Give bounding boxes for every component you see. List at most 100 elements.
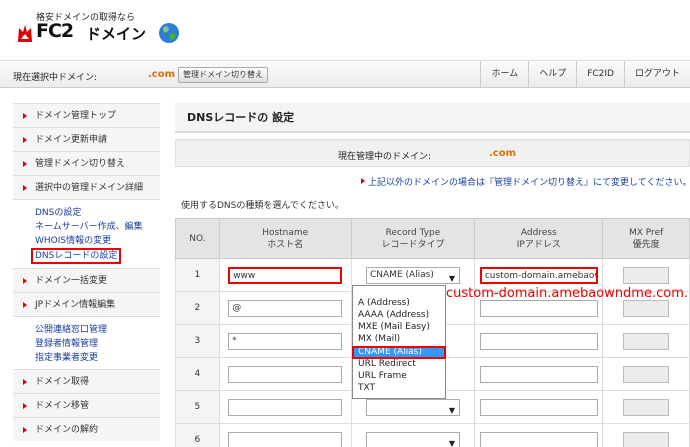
sidebar-submenu-jp: 公開連絡窓口管理 登録者情報管理 指定事業者変更 bbox=[13, 316, 160, 369]
sidebar-link-whois[interactable]: WHOIS情報の変更 bbox=[35, 234, 160, 248]
sidebar-link-dns-setting[interactable]: DNSの設定 bbox=[35, 206, 160, 220]
row-number: 5 bbox=[175, 390, 220, 424]
managed-domain-box: 現在管理中のドメイン: .com bbox=[175, 139, 690, 167]
arrow-right-icon bbox=[23, 427, 27, 433]
col-header-hostname: Hostname ホスト名 bbox=[218, 218, 352, 259]
arrow-right-icon bbox=[23, 403, 27, 409]
sidebar-item-domain-detail[interactable]: 選択中の管理ドメイン詳細 bbox=[13, 175, 160, 199]
sidebar-link-agent[interactable]: 指定事業者変更 bbox=[35, 351, 160, 365]
hostname-cell bbox=[218, 390, 352, 424]
mx-cell bbox=[602, 357, 690, 391]
sidebar-link-dns-record[interactable]: DNSレコードの設定 bbox=[31, 248, 122, 264]
nav-home[interactable]: ホーム bbox=[480, 61, 528, 88]
mx-pref-input[interactable] bbox=[623, 365, 670, 383]
arrow-right-icon bbox=[23, 185, 27, 191]
address-cell bbox=[474, 390, 604, 424]
sidebar-item-transfer[interactable]: ドメイン移管 bbox=[13, 393, 160, 417]
dropdown-option-aaaa[interactable]: AAAA (Address) bbox=[353, 310, 445, 321]
hostname-input[interactable]: @ bbox=[228, 299, 343, 317]
sidebar-item-switch-domain[interactable]: 管理ドメイン切り替え bbox=[13, 151, 160, 175]
mx-pref-input[interactable] bbox=[623, 332, 670, 350]
mx-cell bbox=[602, 390, 690, 424]
sidebar-link-nameserver[interactable]: ネームサーバー作成、編集 bbox=[35, 220, 160, 234]
dropdown-option-mx[interactable]: MX (Mail) bbox=[353, 334, 445, 345]
switch-notice-link[interactable]: 上記以外のドメインの場合は『管理ドメイン切り替え』にて変更してください。 bbox=[361, 175, 690, 188]
sidebar-item-renewal[interactable]: ドメイン更新申請 bbox=[13, 127, 160, 151]
hostname-input[interactable] bbox=[228, 431, 343, 447]
managed-domain-value: .com bbox=[489, 148, 517, 159]
header-mx-en: MX Pref bbox=[629, 227, 664, 238]
arrow-right-icon bbox=[23, 137, 27, 143]
header-host-ja: ホスト名 bbox=[267, 239, 304, 250]
page: 格安ドメインの取得なら FC2 ドメイン 現在選択中ドメイン: .com 管理ド… bbox=[0, 0, 690, 447]
sidebar-item-jp-edit[interactable]: JPドメイン情報編集 bbox=[13, 292, 160, 316]
address-input[interactable] bbox=[479, 431, 598, 447]
mx-pref-input[interactable] bbox=[623, 431, 670, 447]
sidebar-submenu-detail: DNSの設定 ネームサーバー作成、編集 WHOIS情報の変更 DNSレコードの設… bbox=[13, 199, 160, 268]
record-type-select[interactable]: CNAME (Alias) ▼ bbox=[366, 266, 460, 284]
mx-pref-input[interactable] bbox=[623, 266, 670, 284]
hostname-input[interactable] bbox=[228, 398, 343, 416]
dropdown-arrow-icon: ▼ bbox=[448, 405, 455, 415]
address-input[interactable] bbox=[479, 398, 598, 416]
hostname-input[interactable]: * bbox=[228, 332, 343, 350]
sidebar-item-cancel[interactable]: ドメインの解約 bbox=[13, 417, 160, 441]
header-mx-ja: 優先度 bbox=[632, 239, 660, 250]
address-cell bbox=[474, 423, 604, 447]
record-type-select[interactable]: ▼ bbox=[366, 431, 460, 447]
dropdown-option-cname[interactable]: CNAME (Alias) bbox=[352, 346, 446, 359]
dropdown-option-a[interactable]: A (Address) bbox=[353, 298, 445, 309]
sidebar-item-acquire[interactable]: ドメイン取得 bbox=[13, 369, 160, 393]
sidebar-link-contact[interactable]: 公開連絡窓口管理 bbox=[35, 323, 160, 337]
sidebar-item-label: ドメイン更新申請 bbox=[35, 135, 108, 145]
record-type-select[interactable]: ▼ bbox=[366, 398, 460, 416]
page-title: DNSレコードの 設定 bbox=[175, 103, 690, 133]
sidebar-link-registrant[interactable]: 登録者情報管理 bbox=[35, 337, 160, 351]
header-no-text: NO. bbox=[189, 233, 206, 244]
row-number: 6 bbox=[175, 423, 220, 447]
sidebar-item-label: JPドメイン情報編集 bbox=[35, 300, 116, 310]
sidebar-item-bulk-change[interactable]: ドメイン一括変更 bbox=[13, 268, 160, 292]
hostname-cell: @ bbox=[218, 291, 352, 325]
hostname-cell: www bbox=[218, 258, 352, 292]
hostname-input[interactable]: www bbox=[228, 266, 343, 284]
fc2-logo[interactable]: 格安ドメインの取得なら FC2 ドメイン bbox=[10, 8, 190, 48]
sidebar-item-label: ドメイン一括変更 bbox=[35, 276, 108, 286]
instruction-text: 使用するDNSの種類を選んでください。 bbox=[181, 201, 344, 211]
hostname-input[interactable] bbox=[228, 365, 343, 383]
dropdown-option-url-frame[interactable]: URL Frame bbox=[353, 371, 445, 382]
header-type-en: Record Type bbox=[385, 227, 441, 238]
table-row: 6 ▼ bbox=[175, 423, 690, 447]
sidebar-item-label: ドメイン取得 bbox=[35, 377, 90, 387]
header-type-ja: レコードタイプ bbox=[381, 239, 445, 250]
address-input[interactable] bbox=[479, 332, 598, 350]
dropdown-option-mxe[interactable]: MXE (Mail Easy) bbox=[353, 322, 445, 333]
sidebar-item-domain-top[interactable]: ドメイン管理トップ bbox=[13, 103, 160, 127]
mx-cell bbox=[602, 423, 690, 447]
mx-pref-input[interactable] bbox=[623, 299, 670, 317]
address-input[interactable] bbox=[479, 299, 598, 317]
nav-help[interactable]: ヘルプ bbox=[528, 61, 576, 88]
record-type-cell: ▼ bbox=[350, 423, 476, 447]
mx-pref-input[interactable] bbox=[623, 398, 670, 416]
row-number: 2 bbox=[175, 291, 220, 325]
dropdown-option-txt[interactable]: TXT bbox=[353, 383, 445, 394]
record-type-dropdown-list: A (Address) AAAA (Address) MXE (Mail Eas… bbox=[352, 285, 446, 399]
dropdown-option-url-redirect[interactable]: URL Redirect bbox=[353, 359, 445, 370]
dropdown-arrow-icon: ▼ bbox=[448, 273, 455, 283]
switch-domain-button[interactable]: 管理ドメイン切り替え bbox=[178, 67, 268, 83]
address-input[interactable] bbox=[479, 365, 598, 383]
col-header-record-type: Record Type レコードタイプ bbox=[350, 218, 476, 259]
col-header-address: Address IPアドレス bbox=[474, 218, 604, 259]
record-type-value: CNAME (Alias) bbox=[370, 269, 434, 280]
header: 格安ドメインの取得なら FC2 ドメイン bbox=[0, 0, 690, 58]
top-nav: ホーム ヘルプ FC2ID ログアウト bbox=[480, 61, 690, 88]
table-header-row: NO. Hostname ホスト名 Record Type レコードタイプ Addr… bbox=[175, 218, 690, 259]
sidebar-item-label: ドメイン移管 bbox=[35, 401, 90, 411]
address-input[interactable]: custom-domain.amebaowndme.com. bbox=[479, 266, 598, 284]
nav-fc2id[interactable]: FC2ID bbox=[576, 61, 624, 88]
row-number: 4 bbox=[175, 357, 220, 391]
current-domain-label: 現在選択中ドメイン: bbox=[13, 73, 98, 83]
address-cell bbox=[474, 324, 604, 358]
nav-logout[interactable]: ログアウト bbox=[623, 61, 690, 88]
